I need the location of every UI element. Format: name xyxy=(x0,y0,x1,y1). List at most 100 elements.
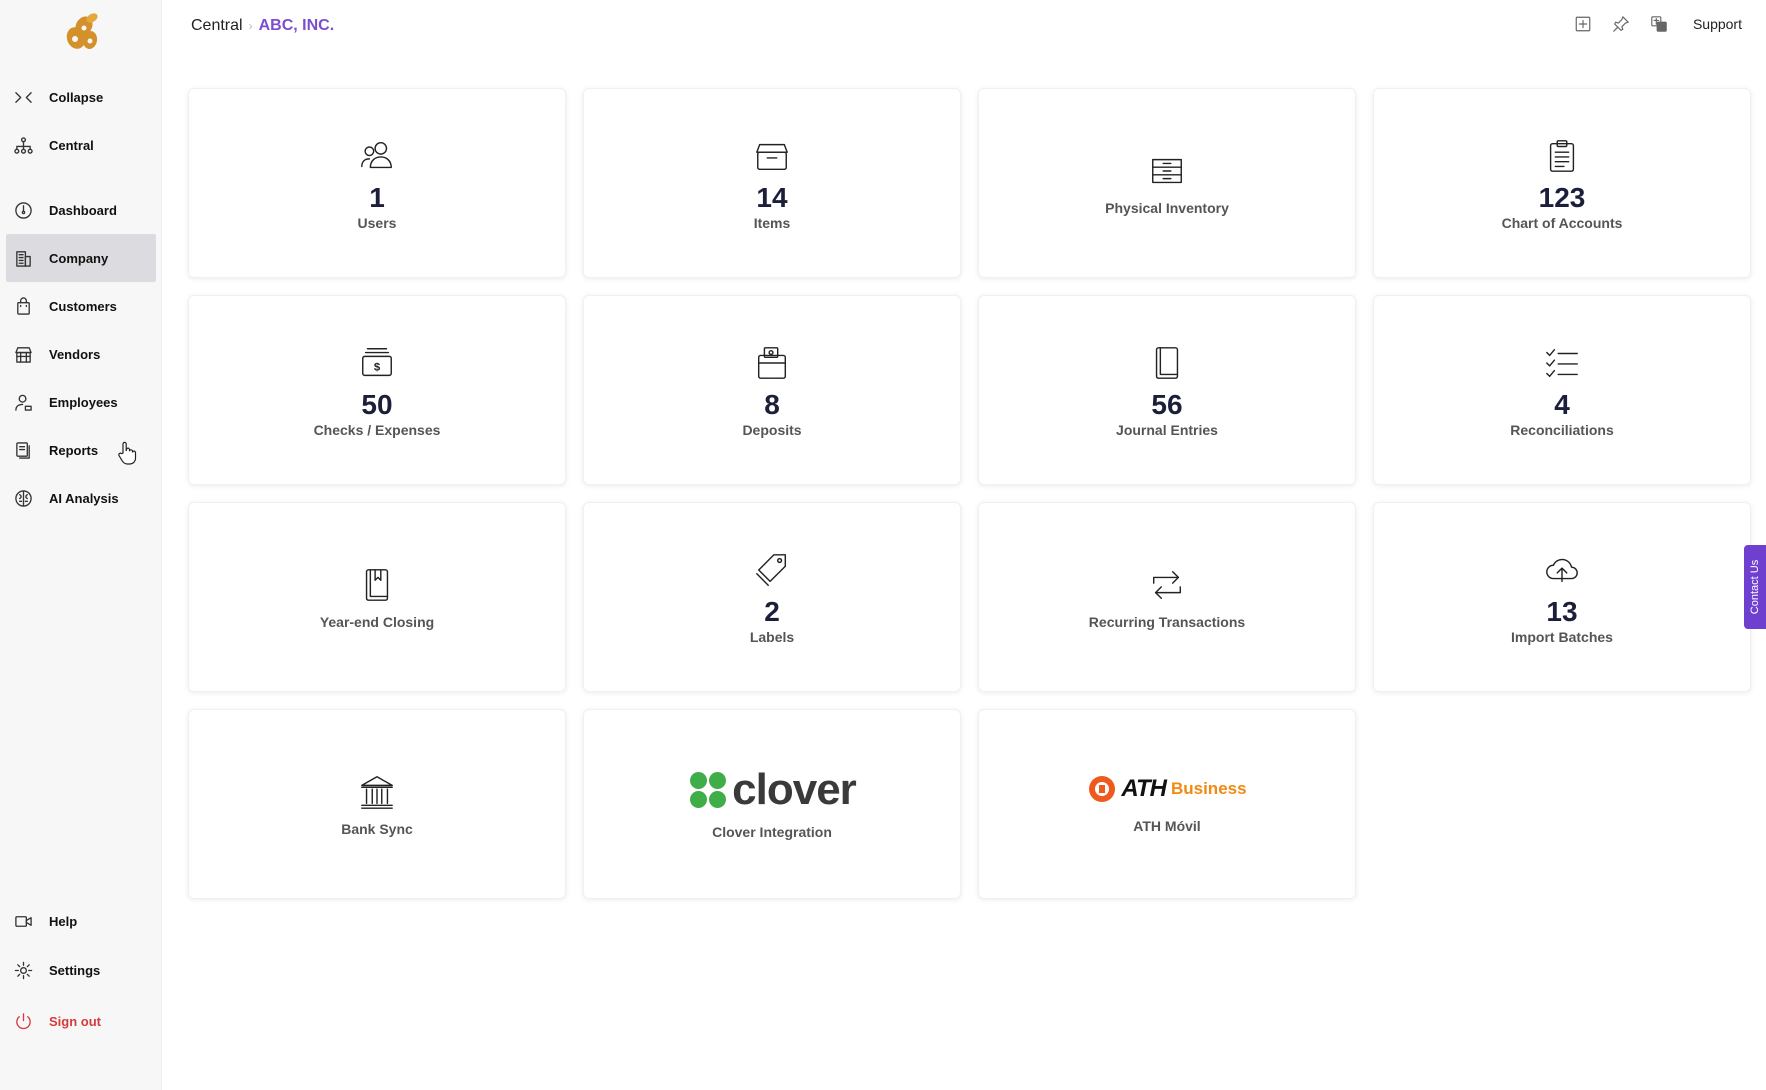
card-label: Chart of Accounts xyxy=(1501,215,1623,231)
card-count: 123 xyxy=(1538,182,1586,213)
sidebar-item-label: Collapse xyxy=(49,89,104,105)
card-import-batches[interactable]: 13 Import Batches xyxy=(1373,502,1751,692)
sidebar: Collapse Central Dashboard Company Custo… xyxy=(0,0,162,1090)
sidebar-item-label: Dashboard xyxy=(49,202,117,218)
checklist-icon xyxy=(1541,342,1583,384)
clover-logo-text: clover xyxy=(732,765,857,814)
card-label: Labels xyxy=(749,629,795,645)
video-icon xyxy=(12,910,34,932)
card-count: 14 xyxy=(756,182,788,213)
add-square-icon[interactable] xyxy=(1573,14,1593,34)
support-link[interactable]: Support xyxy=(1693,16,1742,32)
hand-pointer-icon xyxy=(116,440,138,466)
ath-logo-icon: ATH Business xyxy=(1087,774,1247,804)
card-deposits[interactable]: 8 Deposits xyxy=(583,295,961,485)
sidebar-item-label: Help xyxy=(49,913,78,929)
drawers-icon xyxy=(1146,150,1188,192)
gauge-icon xyxy=(12,199,34,221)
card-count: 8 xyxy=(764,389,780,420)
card-label: Checks / Expenses xyxy=(313,422,441,438)
card-ath-movil[interactable]: ATH Business ATH Móvil xyxy=(978,709,1356,899)
card-count: 2 xyxy=(764,596,780,627)
bookmark-book-icon xyxy=(356,564,398,606)
clover-logo-icon: clover xyxy=(688,765,857,814)
collapse-icon xyxy=(12,86,34,108)
building-icon xyxy=(12,247,34,269)
card-labels[interactable]: 2 Labels xyxy=(583,502,961,692)
brain-icon xyxy=(12,487,34,509)
sidebar-item-collapse[interactable]: Collapse xyxy=(6,73,156,121)
cloud-upload-icon xyxy=(1541,549,1583,591)
clipboard-icon xyxy=(1541,135,1583,177)
card-clover-integration[interactable]: clover Clover Integration xyxy=(583,709,961,899)
sidebar-item-customers[interactable]: Customers xyxy=(6,282,156,330)
card-reconciliations[interactable]: 4 Reconciliations xyxy=(1373,295,1751,485)
sidebar-item-dashboard[interactable]: Dashboard xyxy=(6,186,156,234)
contact-us-label: Contact Us xyxy=(1749,559,1762,615)
card-checks-expenses[interactable]: $ 50 Checks / Expenses xyxy=(188,295,566,485)
card-chart-of-accounts[interactable]: 123 Chart of Accounts xyxy=(1373,88,1751,278)
contact-us-tab[interactable]: Contact Us xyxy=(1744,545,1766,629)
card-physical-inventory[interactable]: Physical Inventory xyxy=(978,88,1356,278)
sidebar-item-company[interactable]: Company xyxy=(6,234,156,282)
sidebar-item-label: Customers xyxy=(49,298,117,314)
shopping-bag-icon xyxy=(12,295,34,317)
wallet-icon xyxy=(751,342,793,384)
breadcrumb-root[interactable]: Central xyxy=(191,17,243,35)
sidebar-item-signout[interactable]: Sign out xyxy=(6,997,156,1045)
bank-icon xyxy=(356,771,398,813)
card-count: 56 xyxy=(1151,389,1183,420)
card-label: Import Batches xyxy=(1511,629,1613,645)
gear-icon xyxy=(12,959,34,981)
card-recurring-transactions[interactable]: Recurring Transactions xyxy=(978,502,1356,692)
breadcrumb-company[interactable]: ABC, INC. xyxy=(259,17,335,35)
card-count: 1 xyxy=(369,182,385,213)
card-label: Bank Sync xyxy=(341,821,413,837)
card-journal-entries[interactable]: 56 Journal Entries xyxy=(978,295,1356,485)
card-year-end-closing[interactable]: Year-end Closing xyxy=(188,502,566,692)
svg-text:$: $ xyxy=(374,362,381,374)
report-icon xyxy=(12,439,34,461)
sidebar-item-central[interactable]: Central xyxy=(6,121,156,169)
power-icon xyxy=(12,1010,34,1032)
card-count: 13 xyxy=(1546,596,1578,627)
card-items[interactable]: 14 Items xyxy=(583,88,961,278)
sidebar-item-label: Reports xyxy=(49,442,99,458)
sidebar-item-settings[interactable]: Settings xyxy=(6,946,156,994)
users-icon xyxy=(356,135,398,177)
sidebar-item-label: Central xyxy=(49,137,94,153)
ath-logo-subtext: Business xyxy=(1170,779,1247,798)
journal-icon xyxy=(1146,342,1188,384)
card-label: ATH Móvil xyxy=(1133,818,1201,834)
card-label: Physical Inventory xyxy=(1105,200,1229,216)
topbar-actions: Support xyxy=(1573,14,1742,34)
sidebar-item-label: AI Analysis xyxy=(49,490,119,506)
card-bank-sync[interactable]: Bank Sync xyxy=(188,709,566,899)
store-icon xyxy=(12,343,34,365)
sidebar-item-ai-analysis[interactable]: AI Analysis xyxy=(6,474,156,522)
card-users[interactable]: 1 Users xyxy=(188,88,566,278)
sidebar-item-label: Company xyxy=(49,250,109,266)
employee-icon xyxy=(12,391,34,413)
breadcrumb-separator: › xyxy=(248,19,253,33)
ath-logo-text: ATH xyxy=(1121,775,1167,802)
company-cards-grid: 1 Users 14 Items Physical Inventory 123 … xyxy=(188,88,1751,899)
sidebar-item-help[interactable]: Help xyxy=(6,897,156,945)
sidebar-item-label: Sign out xyxy=(49,1013,101,1029)
card-count: 4 xyxy=(1554,389,1570,420)
archive-box-icon xyxy=(751,135,793,177)
repeat-icon xyxy=(1146,564,1188,606)
brand-logo[interactable] xyxy=(54,6,106,56)
card-label: Items xyxy=(753,215,791,231)
card-label: Clover Integration xyxy=(712,824,832,840)
sidebar-item-employees[interactable]: Employees xyxy=(6,378,156,426)
sidebar-item-vendors[interactable]: Vendors xyxy=(6,330,156,378)
tags-icon xyxy=(751,549,793,591)
pin-icon[interactable] xyxy=(1611,14,1631,34)
sidebar-item-label: Settings xyxy=(49,962,101,978)
card-label: Journal Entries xyxy=(1116,422,1218,438)
card-label: Year-end Closing xyxy=(319,614,435,630)
sitemap-icon xyxy=(12,134,34,156)
translate-icon[interactable] xyxy=(1649,14,1669,34)
card-label: Recurring Transactions xyxy=(1088,614,1246,630)
